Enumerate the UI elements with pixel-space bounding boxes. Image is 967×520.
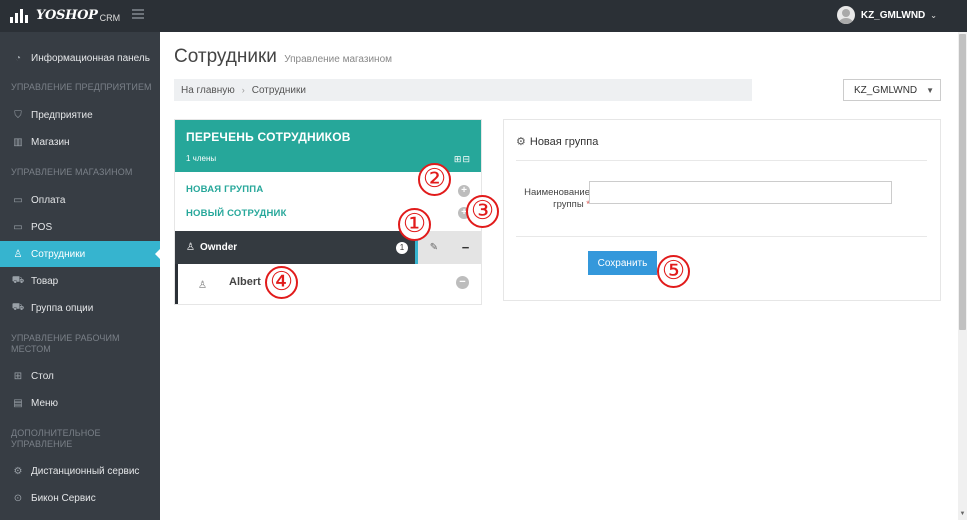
form-title: ⚙ Новая группа <box>516 135 599 149</box>
member-name: Albert <box>229 276 261 288</box>
sidebar-item-payment[interactable]: ▭ Оплата <box>0 187 160 213</box>
sidebar-item-label: Предприятие <box>31 109 93 121</box>
scrollbar-thumb[interactable] <box>959 34 966 330</box>
table-row[interactable]: ♙ Albert − <box>175 264 481 304</box>
user-icon: ♙ <box>198 280 207 291</box>
sidebar-item-employees[interactable]: ♙ Сотрудники <box>0 241 161 267</box>
chevron-right-icon: › <box>241 85 245 95</box>
sidebar-item-option-group[interactable]: ⛟ Группа опции <box>0 295 160 321</box>
user-menu[interactable]: KZ_GMLWND ⌄ <box>836 6 937 24</box>
breadcrumb-current: Сотрудники <box>251 84 306 96</box>
member-count: 1 члены <box>186 154 217 163</box>
group-name-label: Наименование группы * <box>516 187 590 211</box>
employee-list-title: ПЕРЕЧЕНЬ СОТРУДНИКОВ <box>186 130 351 144</box>
group-name-input[interactable] <box>589 181 892 204</box>
card-icon: ▭ <box>13 194 23 206</box>
sidebar-section-title: ДОПОЛНИТЕЛЬНОЕ УПРАВЛЕНИЕ <box>11 428 101 449</box>
sidebar-item-remote-service[interactable]: ⚙ Дистанционный сервис <box>0 458 160 484</box>
annotation-marker-2: ② <box>418 163 451 196</box>
dashboard-icon: ◔ <box>14 52 22 64</box>
sidebar-item-label: Меню <box>31 397 59 409</box>
annotation-marker-5: ⑤ <box>657 255 690 288</box>
expand-collapse-icon[interactable]: ⊞⊟ <box>454 154 471 165</box>
page-subtitle: Управление магазином <box>284 54 393 65</box>
sidebar-item-label: Товар <box>31 275 59 287</box>
logo-bars-icon <box>10 7 32 23</box>
brand-logo[interactable]: YOSHOP CRM <box>10 7 120 23</box>
scroll-down-arrow-icon[interactable]: ▼ <box>959 511 966 518</box>
cart-icon: ⛟ <box>11 274 25 286</box>
hamburger-menu-icon[interactable] <box>132 9 144 19</box>
annotation-marker-3: ③ <box>466 195 499 228</box>
sidebar-item-label: Сотрудники <box>31 248 86 260</box>
users-icon: ♙ <box>13 248 23 260</box>
cart-icon: ⛟ <box>11 301 25 313</box>
sidebar-item-label: Бикон Сервис <box>31 492 96 504</box>
sidebar-item-pos[interactable]: ▭ POS <box>0 214 160 240</box>
shield-icon: ⛉ <box>14 109 22 121</box>
sidebar-item-store[interactable]: ▥ Магазин <box>0 129 160 155</box>
sidebar-item-label: Группа опции <box>31 302 94 314</box>
top-bar: YOSHOP CRM KZ_GMLWND ⌄ <box>0 0 967 32</box>
brand-name: YOSHOP <box>36 7 98 23</box>
menu-book-icon: ▤ <box>13 397 23 409</box>
collapse-group-icon[interactable]: − <box>450 231 481 264</box>
group-row[interactable]: ♙ Ownder 1 <box>175 231 415 264</box>
sidebar-item-enterprise[interactable]: ⛉ Предприятие <box>0 102 160 128</box>
store-select[interactable]: KZ_GMLWND ▼ <box>843 79 941 101</box>
new-group-link[interactable]: НОВАЯ ГРУППА <box>186 184 263 195</box>
sidebar-section-title: УПРАВЛЕНИЕ РАБОЧИМ МЕСТОМ <box>11 333 120 354</box>
sidebar-item-product[interactable]: ⛟ Товар <box>0 268 160 294</box>
new-employee-link[interactable]: НОВЫЙ СОТРУДНИК <box>186 208 287 219</box>
chevron-down-icon: ▼ <box>926 85 934 95</box>
page-title-text: Сотрудники <box>174 46 277 67</box>
user-name: KZ_GMLWND <box>860 9 926 21</box>
sidebar-section-title: УПРАВЛЕНИЕ МАГАЗИНОМ <box>11 167 133 177</box>
sidebar-item-label: Дистанционный сервис <box>31 465 140 477</box>
sidebar-item-label: POS <box>31 221 53 233</box>
add-group-icon[interactable]: + <box>458 185 470 197</box>
divider <box>516 160 927 161</box>
sidebar-section-title: УПРАВЛЕНИЕ ПРЕДПРИЯТИЕМ <box>11 82 152 92</box>
gear-icon: ⚙ <box>13 465 23 477</box>
group-name: Ownder <box>199 242 238 253</box>
remove-member-icon[interactable]: − <box>456 276 469 289</box>
sidebar-item-label: Магазин <box>31 136 70 148</box>
sidebar-item-label: Стол <box>31 370 54 382</box>
employee-list-panel: ПЕРЕЧЕНЬ СОТРУДНИКОВ 1 члены ⊞⊟ НОВАЯ ГР… <box>174 119 482 305</box>
avatar <box>836 6 855 24</box>
sidebar: ◔ Информационная панель УПРАВЛЕНИЕ ПРЕДП… <box>0 32 161 520</box>
location-pin-icon: ⊙ <box>13 492 23 504</box>
annotation-marker-4: ④ <box>265 266 298 299</box>
save-button[interactable]: Сохранить <box>588 251 657 275</box>
sidebar-item-dashboard[interactable]: ◔ Информационная панель <box>0 45 160 71</box>
breadcrumb: На главную › Сотрудники <box>174 79 752 101</box>
group-count-badge: 1 <box>396 242 408 254</box>
form-title-text: Новая группа <box>529 135 599 148</box>
chevron-down-icon: ⌄ <box>930 10 937 20</box>
book-icon: ▥ <box>13 136 23 148</box>
new-group-form: ⚙ Новая группа Наименование группы * Сох… <box>503 119 941 301</box>
sidebar-item-beacon-service[interactable]: ⊙ Бикон Сервис <box>0 485 160 511</box>
users-icon: ♙ <box>186 242 195 253</box>
sidebar-item-label: Информационная панель <box>31 52 150 64</box>
sidebar-item-menu[interactable]: ▤ Меню <box>0 390 160 416</box>
divider <box>516 236 927 237</box>
page-title: Сотрудники Управление магазином <box>174 46 392 68</box>
store-select-value: KZ_GMLWND <box>854 84 918 96</box>
gear-icon: ⚙ <box>516 136 526 148</box>
group-name-label-text: Наименование группы <box>524 187 590 210</box>
brand-suffix: CRM <box>99 12 121 23</box>
annotation-marker-1: ① <box>398 208 431 241</box>
sidebar-item-table[interactable]: ⊞ Стол <box>0 363 160 389</box>
breadcrumb-home-link[interactable]: На главную <box>181 85 235 96</box>
card-icon: ▭ <box>13 221 23 233</box>
grid-icon: ⊞ <box>13 370 23 382</box>
sidebar-item-label: Оплата <box>31 194 66 206</box>
